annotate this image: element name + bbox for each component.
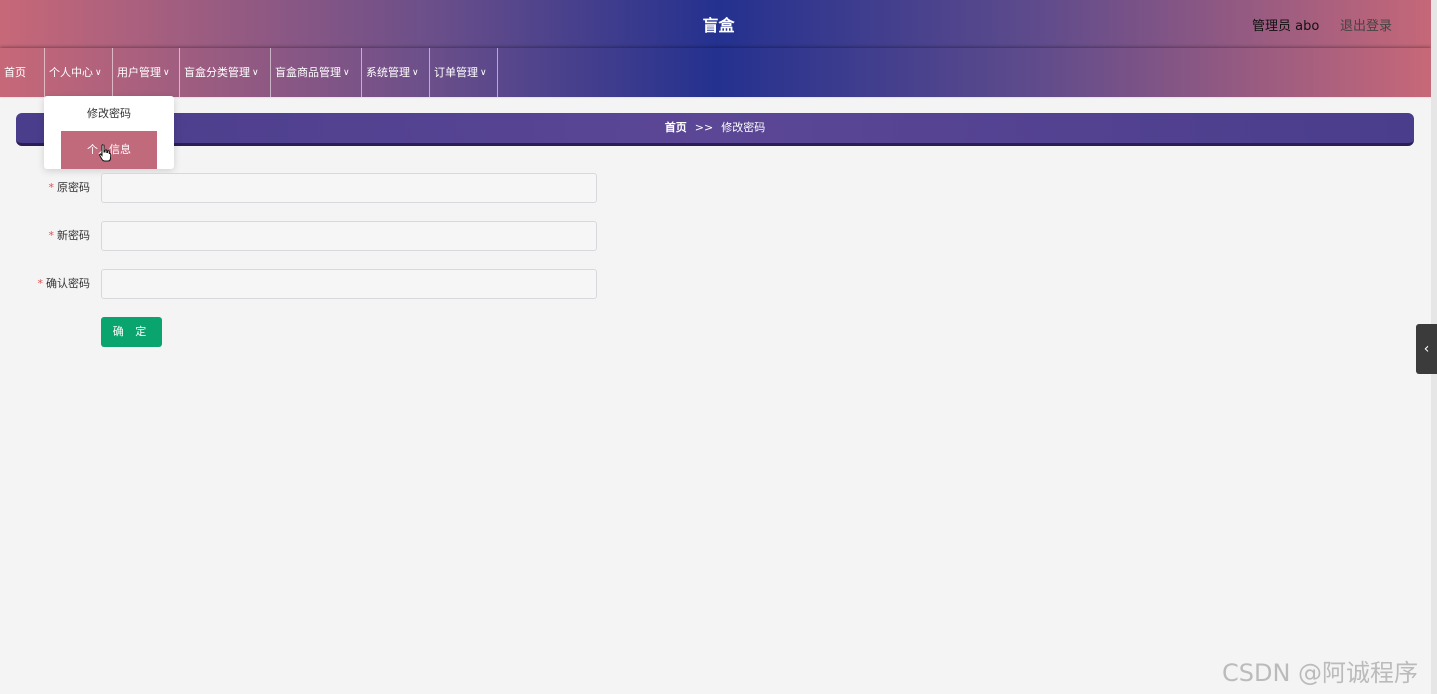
chevron-down-icon: ∨ [343, 68, 350, 78]
logout-link[interactable]: 退出登录 [1340, 15, 1392, 34]
required-asterisk: * [48, 229, 55, 242]
hand-cursor-icon [99, 144, 111, 162]
nav-item-label: 盲盒商品管理 [275, 66, 341, 79]
nav-item-label: 订单管理 [434, 66, 478, 79]
nav-item-home[interactable]: 首页 [0, 48, 45, 97]
nav-item-personal-center[interactable]: 个人中心 ∨ [45, 48, 113, 97]
user-label: 管理员 abo [1252, 19, 1320, 34]
nav-item-box-category[interactable]: 盲盒分类管理 ∨ [180, 48, 271, 97]
required-asterisk: * [48, 181, 55, 194]
required-asterisk: * [37, 277, 44, 290]
breadcrumb-home[interactable]: 首页 [665, 121, 687, 134]
nav-item-label: 用户管理 [117, 66, 161, 79]
chevron-down-icon: ∨ [95, 68, 102, 78]
side-panel-toggle[interactable]: ‹ [1416, 324, 1437, 374]
nav-item-label: 首页 [4, 66, 26, 79]
nav-item-orders[interactable]: 订单管理 ∨ [430, 48, 498, 97]
new-password-input[interactable] [101, 221, 597, 251]
old-password-input[interactable] [101, 173, 597, 203]
watermark: CSDN @阿诚程序 [1222, 659, 1419, 687]
chevron-down-icon: ∨ [252, 68, 259, 78]
chevron-down-icon: ∨ [480, 68, 487, 78]
nav-item-label: 盲盒分类管理 [184, 66, 250, 79]
chevron-left-icon: ‹ [1423, 341, 1430, 357]
breadcrumb-current: 修改密码 [721, 121, 766, 134]
nav-item-label: 个人中心 [49, 66, 93, 79]
breadcrumb: 首页 >> 修改密码 [16, 113, 1414, 146]
main-navbar: 首页 个人中心 ∨ 用户管理 ∨ 盲盒分类管理 ∨ 盲盒商品管理 ∨ 系统管理 ∨ 订单管… [0, 48, 1431, 97]
dropdown-item-change-password[interactable]: 修改密码 [44, 104, 174, 124]
nav-item-system[interactable]: 系统管理 ∨ [362, 48, 430, 97]
app-title: 盲盒 [702, 16, 735, 35]
nav-item-user-management[interactable]: 用户管理 ∨ [113, 48, 180, 97]
new-password-label: * 新密码 [48, 229, 91, 242]
top-header: 盲盒 管理员 abo 退出登录 [0, 0, 1437, 48]
confirm-button[interactable]: 确 定 [101, 317, 162, 347]
breadcrumb-separator: >> [694, 121, 714, 134]
chevron-down-icon: ∨ [163, 68, 170, 78]
nav-item-box-product[interactable]: 盲盒商品管理 ∨ [271, 48, 362, 97]
confirm-password-label: * 确认密码 [37, 277, 91, 290]
chevron-down-icon: ∨ [412, 68, 419, 78]
nav-item-label: 系统管理 [366, 66, 410, 79]
confirm-password-input[interactable] [101, 269, 597, 299]
old-password-label: * 原密码 [48, 181, 91, 194]
